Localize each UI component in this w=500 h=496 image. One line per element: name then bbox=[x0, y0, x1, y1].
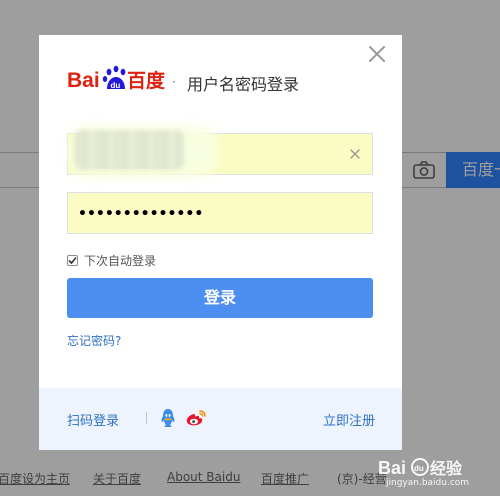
weibo-icon[interactable] bbox=[185, 408, 207, 428]
login-button[interactable]: 登录 bbox=[67, 278, 373, 318]
svg-text:du: du bbox=[414, 464, 424, 473]
password-input[interactable]: •••••••••••••• bbox=[78, 206, 203, 222]
register-link[interactable]: 立即注册 bbox=[323, 410, 375, 429]
close-icon[interactable] bbox=[366, 43, 388, 65]
qr-login-link[interactable]: 扫码登录 bbox=[67, 410, 119, 429]
check-icon bbox=[68, 256, 77, 264]
svg-text:百度: 百度 bbox=[127, 69, 166, 92]
qq-icon[interactable] bbox=[159, 408, 177, 428]
svg-text:Bai: Bai bbox=[378, 458, 406, 478]
remember-label: 下次自动登录 bbox=[84, 253, 157, 268]
watermark: Bai du 经验 jingyan.baidu.com bbox=[376, 456, 496, 492]
remember-checkbox[interactable] bbox=[67, 254, 78, 266]
login-dialog: Bai du 百度 · 用户名密码登录 •••••••••••••• 下次自动登… bbox=[39, 35, 402, 450]
remember-me[interactable]: 下次自动登录 bbox=[67, 252, 156, 268]
baidu-logo: Bai du 百度 bbox=[67, 65, 166, 92]
svg-text:经验: 经验 bbox=[430, 459, 463, 478]
dialog-title: 用户名密码登录 bbox=[187, 75, 300, 94]
svg-text:du: du bbox=[111, 81, 121, 90]
watermark-site: jingyan.baidu.com bbox=[386, 478, 470, 488]
title-separator: · bbox=[172, 75, 176, 89]
username-input[interactable] bbox=[68, 134, 372, 174]
baidu-jingyan-watermark-logo: Bai du 经验 bbox=[378, 458, 463, 478]
forgot-password-link[interactable]: 忘记密码? bbox=[67, 332, 121, 349]
svg-text:Bai: Bai bbox=[67, 69, 100, 92]
footer-divider bbox=[146, 412, 147, 424]
password-field[interactable]: •••••••••••••• bbox=[67, 192, 373, 234]
dialog-footer: 扫码登录 立即注册 bbox=[39, 388, 402, 450]
clear-icon[interactable] bbox=[348, 147, 362, 161]
username-field[interactable] bbox=[67, 126, 373, 178]
